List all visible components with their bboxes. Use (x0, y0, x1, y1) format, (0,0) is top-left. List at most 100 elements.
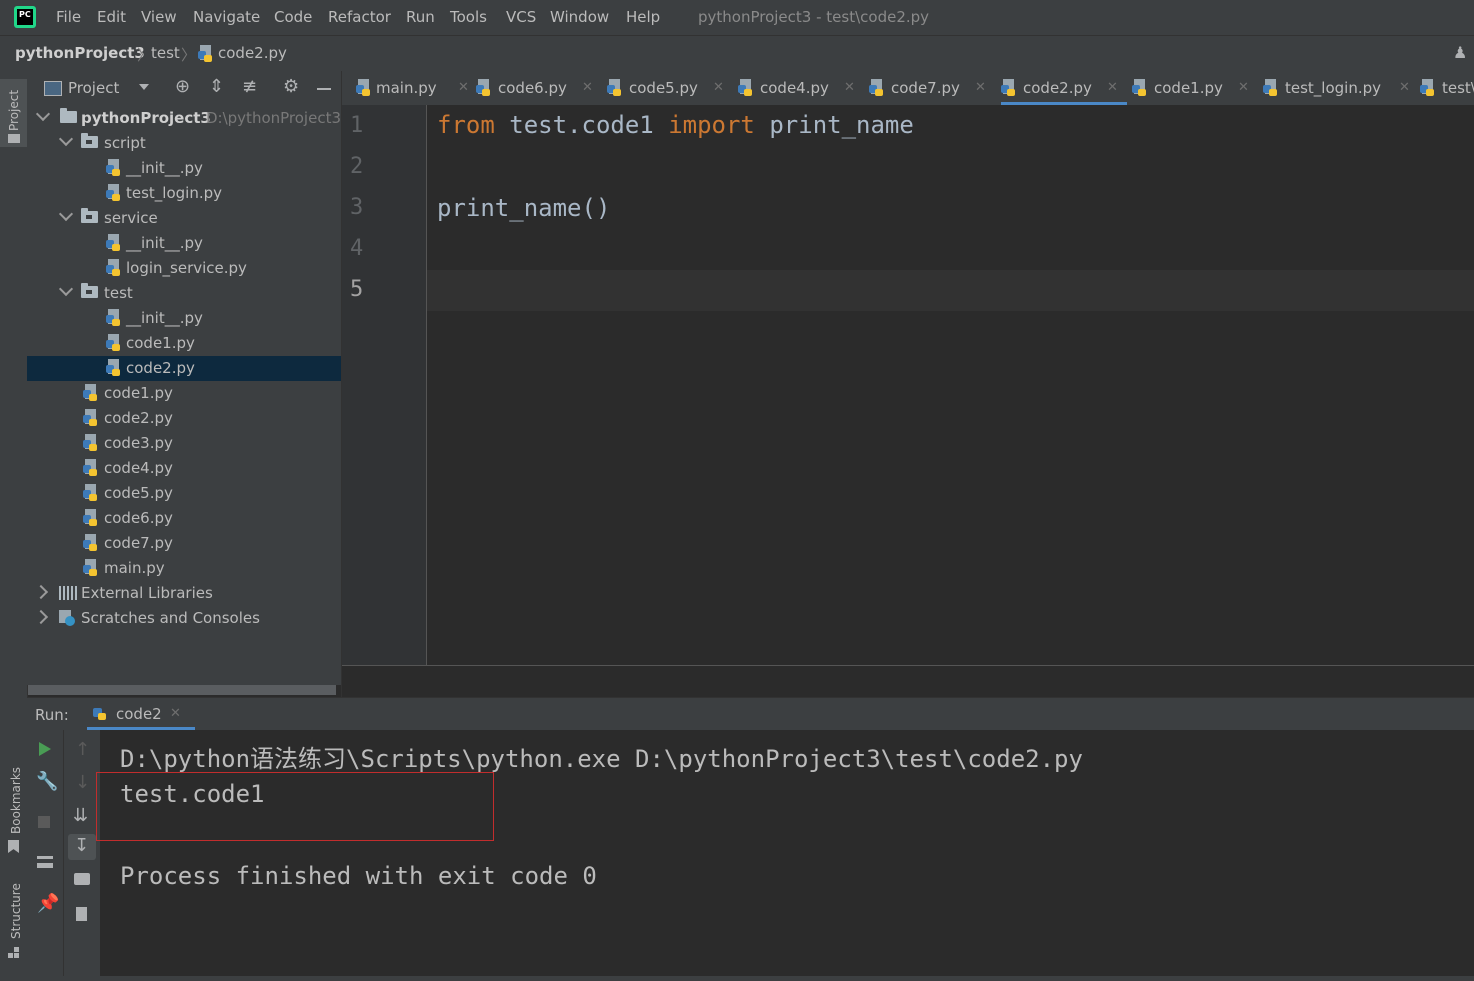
tree-item-folder[interactable]: service (27, 206, 341, 231)
chevron-right-icon[interactable] (33, 609, 49, 625)
module-name: test.code1 (494, 111, 669, 139)
pin-icon[interactable]: 📌 (37, 895, 59, 913)
breadcrumb-file[interactable]: code2.py (218, 44, 287, 62)
close-icon[interactable]: ✕ (582, 80, 593, 95)
editor-tab-label: code2.py (1023, 79, 1092, 97)
tree-item-file[interactable]: code1.py (27, 331, 341, 356)
editor-tab[interactable]: code6.py ✕ (476, 71, 602, 105)
wrench-icon[interactable]: 🔧 (36, 773, 58, 791)
close-icon[interactable]: ✕ (1238, 80, 1249, 95)
horizontal-scrollbar[interactable] (28, 685, 336, 695)
print-icon[interactable] (74, 873, 90, 885)
close-icon[interactable]: ✕ (844, 80, 855, 95)
editor-tab[interactable]: code1.py ✕ (1132, 71, 1258, 105)
menu-window[interactable]: Window (550, 8, 609, 26)
close-icon[interactable]: ✕ (170, 706, 181, 721)
editor-tab[interactable]: code5.py ✕ (607, 71, 733, 105)
chevron-down-icon[interactable] (139, 84, 149, 90)
breadcrumb-folder[interactable]: test (151, 44, 180, 62)
line-number: 2 (350, 154, 364, 179)
menu-refactor[interactable]: Refactor (328, 8, 391, 26)
tree-item-project-root[interactable]: pythonProject3 D:\pythonProject3 (27, 106, 341, 131)
chevron-down-icon[interactable] (58, 281, 74, 297)
editor-tab-active[interactable]: code2.py ✕ (1001, 71, 1127, 105)
breadcrumb-project[interactable]: pythonProject3 (15, 44, 145, 62)
tree-item-file[interactable]: code3.py (27, 431, 341, 456)
python-file-icon (106, 184, 122, 201)
python-file-icon (476, 79, 492, 96)
editor-tab[interactable]: code7.py ✕ (869, 71, 995, 105)
tree-item-label: pythonProject3 (81, 109, 211, 127)
expand-all-icon[interactable]: ⇕ (209, 78, 224, 96)
editor-tab[interactable]: main.py ✕ (356, 71, 472, 105)
project-tool-tab[interactable]: Project (0, 79, 27, 147)
menu-run[interactable]: Run (406, 8, 435, 26)
menu-view[interactable]: View (141, 8, 177, 26)
editor-tab[interactable]: test_login.py ✕ (1263, 71, 1419, 105)
close-icon[interactable]: ✕ (1107, 80, 1118, 95)
close-icon[interactable]: ✕ (713, 80, 724, 95)
project-view-selector[interactable]: Project (68, 79, 119, 97)
trash-icon[interactable] (76, 905, 87, 921)
editor-tab[interactable]: code4.py ✕ (738, 71, 864, 105)
soft-wrap-icon[interactable]: ⇊ (73, 807, 88, 825)
close-icon[interactable]: ✕ (975, 80, 986, 95)
stop-icon[interactable] (38, 816, 50, 828)
tree-item-external-libraries[interactable]: External Libraries (27, 581, 341, 606)
editor-tab-label: test_login.py (1285, 79, 1382, 97)
tree-item-folder[interactable]: script (27, 131, 341, 156)
menu-tools[interactable]: Tools (450, 8, 487, 26)
menu-file[interactable]: File (56, 8, 81, 26)
close-icon[interactable]: ✕ (458, 80, 469, 95)
tree-item-file[interactable]: code6.py (27, 506, 341, 531)
run-tab-code2[interactable]: code2 ✕ (87, 698, 195, 730)
rerun-icon[interactable] (39, 742, 51, 756)
tree-item-file-selected[interactable]: code2.py (27, 356, 341, 381)
chevron-down-icon[interactable] (35, 106, 51, 122)
chevron-right-icon[interactable] (33, 584, 49, 600)
locate-icon[interactable]: ⊕ (175, 78, 190, 96)
close-icon[interactable]: ✕ (1399, 80, 1410, 95)
structure-tool-label[interactable]: Structure (9, 883, 23, 939)
editor-tab[interactable]: test\ (1420, 71, 1474, 105)
tree-item-file[interactable]: code2.py (27, 406, 341, 431)
gear-icon[interactable]: ⚙ (283, 78, 299, 96)
tree-item-file[interactable]: code4.py (27, 456, 341, 481)
code-editor[interactable]: from test.code1 import print_name print_… (427, 105, 1474, 665)
bookmarks-tool-label[interactable]: Bookmarks (9, 767, 23, 834)
user-icon[interactable]: ♟ (1453, 45, 1467, 61)
minimize-icon[interactable] (317, 88, 331, 90)
tree-item-file[interactable]: test_login.py (27, 181, 341, 206)
menu-edit[interactable]: Edit (97, 8, 126, 26)
tree-item-file[interactable]: __init__.py (27, 306, 341, 331)
chevron-down-icon[interactable] (58, 131, 74, 147)
layout-icon[interactable] (37, 856, 53, 868)
run-console[interactable]: D:\python语法练习\Scripts\python.exe D:\pyth… (100, 730, 1474, 976)
editor-tab-label: code6.py (498, 79, 567, 97)
arrow-down-icon[interactable]: ↓ (75, 774, 90, 792)
menu-navigate[interactable]: Navigate (193, 8, 260, 26)
python-file-icon (83, 384, 99, 401)
tree-item-file[interactable]: __init__.py (27, 231, 341, 256)
tree-item-label: main.py (104, 559, 165, 577)
tree-item-file[interactable]: main.py (27, 556, 341, 581)
menu-bar: PC File Edit View Navigate Code Refactor… (0, 0, 1474, 35)
menu-code[interactable]: Code (274, 8, 312, 26)
tree-item-scratches[interactable]: Scratches and Consoles (27, 606, 341, 631)
menu-vcs[interactable]: VCS (506, 8, 536, 26)
tree-item-file[interactable]: __init__.py (27, 156, 341, 181)
tree-item-file[interactable]: login_service.py (27, 256, 341, 281)
tree-item-file[interactable]: code1.py (27, 381, 341, 406)
collapse-all-icon[interactable]: ≢ (242, 78, 257, 96)
menu-help[interactable]: Help (626, 8, 660, 26)
chevron-down-icon[interactable] (58, 206, 74, 222)
line-number-gutter: 1 2 3 4 5 (342, 105, 427, 665)
tree-item-folder[interactable]: test (27, 281, 341, 306)
python-file-icon (83, 509, 99, 526)
python-file-icon (106, 334, 122, 351)
tree-item-file[interactable]: code5.py (27, 481, 341, 506)
package-folder-icon (81, 283, 98, 298)
tree-item-file[interactable]: code7.py (27, 531, 341, 556)
arrow-up-icon[interactable]: ↑ (75, 741, 90, 759)
scroll-to-end-button[interactable]: ↧ (68, 834, 96, 860)
